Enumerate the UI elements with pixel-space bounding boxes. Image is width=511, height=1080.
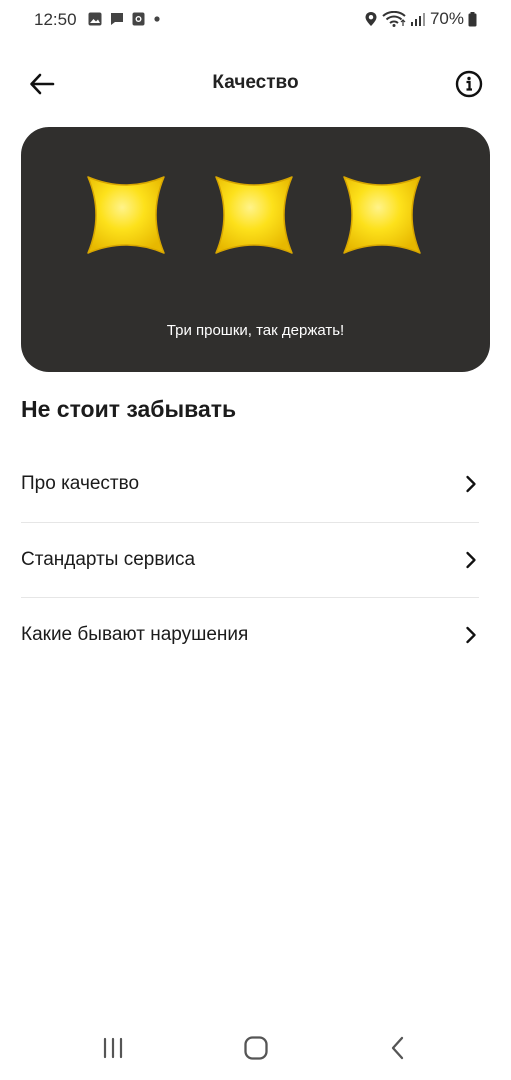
recent-apps-icon bbox=[103, 1037, 123, 1059]
menu-item-violations[interactable]: Какие бывают нарушения bbox=[21, 597, 479, 673]
rating-caption: Три прошки, так держать! bbox=[166, 322, 345, 339]
menu-item-service-standards[interactable]: Стандарты сервиса bbox=[21, 521, 479, 598]
app-header: Качество bbox=[0, 60, 511, 108]
chevron-right-icon bbox=[463, 474, 479, 494]
status-notifications bbox=[88, 12, 161, 26]
rating-card: Три прошки, так держать! bbox=[21, 127, 490, 372]
location-icon bbox=[365, 12, 377, 26]
section-title: Не стоит забывать bbox=[21, 396, 237, 422]
message-icon bbox=[111, 13, 123, 25]
info-menu-list: Про качество Стандарты сервиса Какие быв… bbox=[21, 446, 479, 673]
status-time: 12:50 bbox=[34, 10, 77, 29]
home-icon bbox=[244, 1036, 268, 1060]
wifi-icon bbox=[382, 11, 406, 27]
star-icon bbox=[87, 176, 165, 254]
status-bar: 12:50 70% bbox=[0, 0, 511, 42]
menu-item-label: Про качество bbox=[21, 472, 140, 494]
menu-item-about-quality[interactable]: Про качество bbox=[21, 446, 479, 522]
menu-item-label: Стандарты сервиса bbox=[21, 548, 196, 570]
back-nav-icon bbox=[391, 1036, 404, 1060]
image-icon bbox=[88, 12, 102, 26]
chevron-right-icon bbox=[463, 550, 479, 570]
star-icon bbox=[215, 176, 293, 254]
system-nav-bar bbox=[0, 1018, 511, 1080]
home-button[interactable] bbox=[236, 1032, 276, 1064]
stars-row bbox=[76, 165, 432, 265]
menu-item-label: Какие бывают нарушения bbox=[21, 624, 249, 646]
chevron-right-icon bbox=[463, 625, 479, 645]
info-icon bbox=[455, 70, 483, 98]
status-indicators: 70% bbox=[364, 9, 477, 29]
signal-icon bbox=[410, 13, 425, 26]
page-title: Качество bbox=[212, 72, 299, 93]
battery-icon bbox=[468, 11, 477, 26]
star-icon bbox=[343, 176, 421, 254]
battery-percentage: 70% bbox=[429, 9, 464, 28]
camera-icon bbox=[132, 12, 145, 26]
back-nav-button[interactable] bbox=[378, 1032, 418, 1064]
dot-icon bbox=[154, 16, 160, 22]
recent-apps-button[interactable] bbox=[93, 1032, 133, 1064]
info-button[interactable] bbox=[453, 68, 485, 100]
